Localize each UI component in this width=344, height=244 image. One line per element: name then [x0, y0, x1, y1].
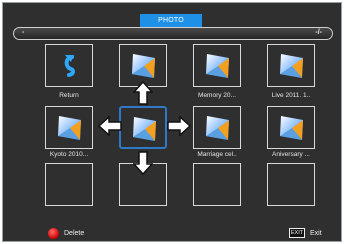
- tile-label-folder-5: Kyoto 2010...: [49, 151, 89, 158]
- arrow-right-icon[interactable]: [167, 116, 191, 136]
- red-delete-button-icon[interactable]: [48, 228, 59, 239]
- tile-folder-selected[interactable]: [119, 106, 167, 149]
- exit-label: Exit: [310, 230, 322, 237]
- photo-thumbnail-icon: [206, 116, 229, 140]
- tile-folder-8[interactable]: [267, 106, 315, 149]
- arrow-down-icon[interactable]: [133, 151, 153, 175]
- tile-label-folder-8: Aniversary ...: [272, 151, 310, 158]
- arrow-left-icon[interactable]: [98, 116, 122, 136]
- path-bar-left-text: -: [22, 29, 25, 36]
- arrow-up-icon[interactable]: [133, 81, 153, 105]
- photo-thumbnail-icon: [280, 54, 303, 78]
- photo-browser-window: PHOTO - -/- Return Memory 20... Live 201…: [2, 2, 342, 242]
- tile-label-folder-3: Memory 20...: [198, 92, 236, 99]
- tile-return[interactable]: [45, 44, 93, 87]
- tile-label-folder-4: Live 2011. 1..: [271, 92, 311, 99]
- tile-label-return: Return: [59, 92, 79, 99]
- tile-empty[interactable]: [193, 163, 241, 206]
- exit-key-icon[interactable]: EXIT: [289, 228, 305, 238]
- delete-label: Delete: [64, 230, 85, 237]
- tile-folder-4[interactable]: [267, 44, 315, 87]
- photo-thumbnail-icon: [280, 116, 303, 140]
- return-arrow-icon: [64, 55, 76, 77]
- tile-folder-3[interactable]: [193, 44, 241, 87]
- tile-folder-7[interactable]: [193, 106, 241, 149]
- tile-folder-5[interactable]: [45, 106, 93, 149]
- photo-thumbnail-icon: [132, 54, 155, 78]
- path-bar-page-indicator: -/-: [315, 29, 322, 36]
- path-bar: - -/-: [13, 27, 333, 40]
- page-title: PHOTO: [140, 14, 202, 27]
- photo-thumbnail-icon: [133, 117, 156, 141]
- tile-empty[interactable]: [267, 163, 315, 206]
- photo-thumbnail-icon: [206, 54, 229, 78]
- photo-thumbnail-icon: [58, 116, 81, 140]
- tile-label-folder-7: Marriage cel..: [197, 151, 237, 158]
- tile-empty[interactable]: [45, 163, 93, 206]
